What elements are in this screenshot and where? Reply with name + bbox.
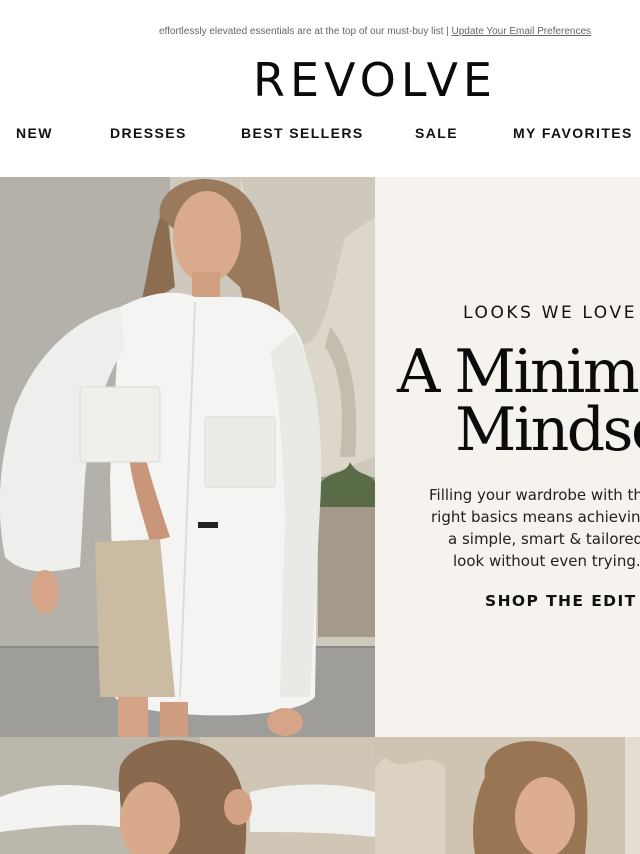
hero-body-line: look without even trying. (453, 552, 640, 570)
preheader: effortlessly elevated essentials are at … (0, 26, 640, 37)
revolve-logo[interactable]: REVOLVE (0, 54, 640, 106)
nav-item-new[interactable]: NEW (16, 125, 53, 141)
update-email-preferences-link[interactable]: Update Your Email Preferences (452, 26, 592, 37)
nav-item-dresses[interactable]: DRESSES (110, 125, 187, 141)
hero-eyebrow: LOOKS WE LOVE (463, 303, 638, 323)
hero-body-line: right basics means achieving (431, 508, 640, 526)
nav-item-best-sellers[interactable]: BEST SELLERS (241, 125, 364, 141)
model-portrait-illustration (375, 737, 640, 854)
hero-headline: A Minimalist Mindset (397, 337, 640, 465)
hero-body-line: Filling your wardrobe with the (429, 486, 640, 504)
preheader-text: effortlessly elevated essentials are at … (158, 26, 449, 37)
model-in-white-shirt-illustration (0, 177, 375, 737)
nav-item-my-favorites[interactable]: MY FAVORITES (513, 125, 633, 141)
product-photo-left[interactable] (0, 737, 375, 854)
main-nav: NEW DRESSES BEST SELLERS SALE MY FAVORIT… (0, 125, 640, 145)
model-adjusting-hair-illustration (0, 737, 375, 854)
hero-body-copy: Filling your wardrobe with the right bas… (427, 484, 640, 572)
hero-headline-line-2: Mindset (455, 395, 640, 465)
product-photo-right[interactable] (375, 737, 640, 854)
shop-the-edit-link[interactable]: SHOP THE EDIT (485, 592, 637, 610)
hero-text-panel: LOOKS WE LOVE A Minimalist Mindset Filli… (375, 177, 640, 737)
nav-item-sale[interactable]: SALE (415, 125, 458, 141)
hero-model-photo[interactable] (0, 177, 375, 737)
hero-headline-line-1: A Minimalist (397, 337, 640, 407)
hero-body-line: a simple, smart & tailored (448, 530, 640, 548)
